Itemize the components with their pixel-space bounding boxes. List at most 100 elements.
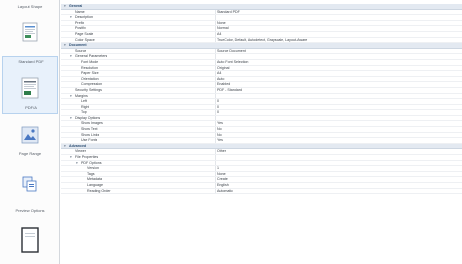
- column-divider: [215, 76, 216, 82]
- copy-pages-icon: [22, 176, 37, 192]
- property-name: Source: [75, 48, 87, 53]
- column-divider: [215, 132, 216, 138]
- expand-toggle-icon[interactable]: ▾: [76, 161, 78, 166]
- expand-toggle-icon[interactable]: ▾: [64, 44, 66, 48]
- column-divider: [215, 155, 216, 160]
- property-value[interactable]: Enabled: [217, 82, 230, 87]
- property-value[interactable]: Normal: [217, 26, 229, 31]
- sidebar-item-layout-shape[interactable]: Layout Shape: [2, 2, 58, 48]
- property-name: Prefix: [75, 20, 85, 25]
- sidebar-item-page-range[interactable]: Page Range: [2, 122, 58, 160]
- property-name: Left: [81, 99, 87, 104]
- property-value[interactable]: Yes: [217, 138, 223, 143]
- sidebar-item-standard-pdf[interactable]: Standard PDF PDF/A: [2, 56, 58, 114]
- expand-toggle-icon[interactable]: ▾: [64, 4, 66, 9]
- property-value[interactable]: 0: [217, 110, 219, 115]
- column-divider: [215, 121, 216, 127]
- property-name: General Parameters: [75, 54, 108, 59]
- property-value[interactable]: Create: [217, 177, 228, 182]
- image-page-icon: [21, 126, 39, 144]
- column-divider: [215, 82, 216, 87]
- property-value[interactable]: 0: [217, 105, 219, 110]
- sidebar-item-label: Standard PDF: [18, 59, 44, 64]
- property-value[interactable]: None: [217, 21, 226, 26]
- pdf-document-icon: [21, 77, 39, 99]
- property-value[interactable]: A4: [217, 71, 221, 76]
- expand-toggle-icon[interactable]: ▾: [70, 156, 72, 160]
- column-divider: [215, 104, 216, 110]
- sidebar-item-copy-pages[interactable]: [2, 172, 58, 198]
- column-divider: [215, 26, 216, 31]
- column-divider: [215, 127, 216, 132]
- property-name: Tags: [87, 171, 95, 176]
- property-row[interactable]: Reading Order Automatic: [61, 188, 462, 195]
- property-name: Compression: [81, 82, 103, 87]
- sidebar-item-document-frame[interactable]: [2, 225, 58, 257]
- property-value[interactable]: Standard PDF: [217, 10, 240, 15]
- property-name: Language: [87, 183, 103, 187]
- property-name: Color Space: [75, 37, 95, 42]
- property-value[interactable]: No: [217, 133, 222, 138]
- property-name: Show Text: [81, 127, 98, 132]
- property-grid: ▾ General Name Standard PDF ▾ Description Pref…: [61, 4, 462, 264]
- sidebar-item-sublabel: PDF/A: [25, 105, 37, 110]
- property-name: Show Links: [81, 132, 100, 137]
- property-name: Document: [69, 43, 87, 48]
- property-name: File Properties: [75, 155, 99, 160]
- property-name: Page Scale: [75, 31, 94, 36]
- property-name: Use Fonts: [81, 138, 98, 143]
- expand-toggle-icon[interactable]: ▾: [70, 116, 72, 121]
- property-value[interactable]: None: [217, 172, 226, 177]
- sidebar-item-label: Layout Shape: [17, 4, 43, 9]
- column-divider: [215, 188, 216, 194]
- property-value[interactable]: Source Document: [217, 49, 246, 54]
- column-divider: [215, 171, 216, 177]
- expand-toggle-icon[interactable]: ▾: [70, 94, 72, 99]
- expand-toggle-icon[interactable]: ▾: [70, 55, 72, 59]
- category-sidebar: Layout Shape Standard PDF PDF/A Page Ran…: [0, 0, 60, 264]
- property-value[interactable]: 1: [217, 166, 219, 171]
- property-name: General: [69, 4, 83, 8]
- property-name: Top: [81, 110, 87, 115]
- property-value[interactable]: Auto: [217, 77, 224, 82]
- column-divider: [215, 93, 216, 99]
- sidebar-item-preview-options[interactable]: Preview Options: [2, 206, 58, 220]
- column-divider: [215, 15, 216, 20]
- column-divider: [215, 37, 216, 43]
- property-name: Show Images: [81, 121, 103, 126]
- property-name: Metadata: [87, 177, 102, 182]
- property-name: Orientation: [81, 76, 99, 81]
- property-value[interactable]: English: [217, 183, 229, 188]
- column-divider: [215, 65, 216, 71]
- property-value[interactable]: Auto Font Selection: [217, 60, 248, 65]
- expand-toggle-icon[interactable]: ▾: [70, 16, 72, 20]
- column-divider: [215, 115, 216, 121]
- property-value[interactable]: Yes: [217, 121, 223, 126]
- column-divider: [215, 138, 216, 143]
- property-value[interactable]: 0: [217, 99, 219, 104]
- layout-icon: [22, 22, 38, 42]
- column-divider: [215, 9, 216, 15]
- property-value[interactable]: Original: [217, 66, 229, 71]
- property-value[interactable]: TrueColor, Default, Autodetect, Grayscal…: [217, 38, 307, 43]
- pdf-settings-window: Layout Shape Standard PDF PDF/A Page Ran…: [0, 0, 462, 264]
- property-name: Name: [75, 9, 85, 14]
- sidebar-item-label: Preview Options: [15, 208, 45, 213]
- column-divider: [215, 160, 216, 166]
- property-value[interactable]: PDF - Standard: [217, 88, 242, 93]
- sidebar-item-label: Page Range: [18, 151, 42, 156]
- column-divider: [215, 183, 216, 188]
- expand-toggle-icon[interactable]: ▾: [64, 144, 66, 149]
- property-value[interactable]: Automatic: [217, 189, 233, 194]
- column-divider: [215, 20, 216, 26]
- column-divider: [215, 54, 216, 59]
- property-value[interactable]: Other: [217, 149, 226, 154]
- property-name: Reading Order: [87, 188, 111, 193]
- column-divider: [215, 87, 216, 93]
- property-value[interactable]: No: [217, 127, 222, 132]
- property-name: Display Options: [75, 115, 101, 120]
- property-value[interactable]: A4: [217, 32, 221, 37]
- column-divider: [215, 166, 216, 171]
- property-name: PDF Options: [81, 160, 102, 165]
- column-divider: [215, 48, 216, 54]
